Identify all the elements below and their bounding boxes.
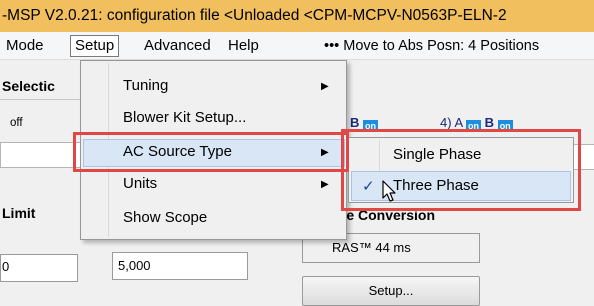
- limit-input[interactable]: [0, 254, 78, 282]
- window-title: -MSP V2.0.21: configuration file <Unload…: [0, 0, 594, 32]
- submenu-item-label: Single Phase: [393, 146, 482, 163]
- mouse-pointer-icon: [382, 180, 396, 202]
- submenu-item-single-phase[interactable]: Single Phase: [351, 140, 571, 170]
- on-badge: on: [466, 120, 482, 132]
- setup-button[interactable]: Setup...: [302, 276, 480, 306]
- menu-item-label: AC Source Type: [123, 143, 232, 160]
- limit-label: Limit: [2, 205, 36, 221]
- checkmark-icon: ✓: [362, 178, 375, 195]
- submenu-item-label: Three Phase: [393, 177, 479, 194]
- ras-label: RAS™ 44 ms: [332, 240, 411, 255]
- triangle-right-icon: ▶: [321, 81, 329, 92]
- menu-item-label: Show Scope: [123, 209, 208, 226]
- menu-item-label: Blower Kit Setup...: [123, 109, 247, 126]
- move-to-abs-posn-button[interactable]: ••• Move to Abs Posn: 4 Positions: [320, 35, 543, 57]
- limit-value: 0: [2, 259, 10, 274]
- menu-mode[interactable]: Mode: [2, 35, 48, 57]
- b-label: B: [350, 115, 360, 130]
- menu-advanced[interactable]: Advanced: [140, 35, 215, 57]
- menu-help[interactable]: Help: [224, 35, 263, 57]
- menu-item-label: Units: [123, 175, 158, 192]
- menu-item-blower-kit-setup[interactable]: Blower Kit Setup...: [83, 105, 345, 133]
- output-4-label: 4) A on B on: [440, 115, 513, 132]
- menu-item-ac-source-type[interactable]: AC Source Type ▶: [83, 139, 345, 167]
- menu-item-label: Tuning: [123, 77, 169, 94]
- on-badge: on: [363, 120, 379, 132]
- menu-setup[interactable]: Setup: [70, 35, 120, 57]
- off-label: off: [10, 117, 23, 129]
- menu-item-show-scope[interactable]: Show Scope: [83, 205, 345, 233]
- menu-item-units[interactable]: Units ▶: [83, 171, 345, 199]
- output-b-label: B on: [350, 115, 379, 132]
- menu-bar: Mode Setup Advanced Help ••• Move to Abs…: [0, 32, 594, 60]
- selection-group-label: Selectic: [2, 78, 55, 94]
- on-badge: on: [497, 120, 513, 132]
- triangle-right-icon: ▶: [321, 179, 329, 190]
- menu-item-tuning[interactable]: Tuning ▶: [83, 73, 345, 101]
- scale-value: 5,000: [118, 258, 151, 273]
- a-label: 4) A: [440, 115, 463, 130]
- setup-menu: Tuning ▶ Blower Kit Setup... AC Source T…: [80, 60, 347, 240]
- triangle-right-icon: ▶: [321, 147, 329, 158]
- b-label: B: [484, 115, 495, 130]
